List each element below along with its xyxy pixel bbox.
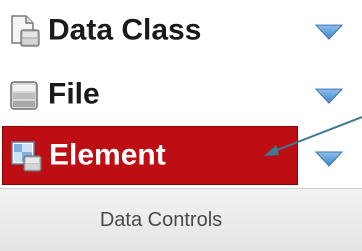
file-label: File bbox=[48, 77, 100, 111]
element-icon bbox=[9, 138, 45, 174]
chevron-down-icon[interactable] bbox=[314, 148, 344, 170]
chevron-down-icon[interactable] bbox=[314, 85, 344, 107]
group-label: Data Controls bbox=[99, 209, 223, 231]
chevron-down-icon[interactable] bbox=[314, 21, 344, 43]
data-class-button[interactable]: Data Class bbox=[0, 0, 362, 62]
file-button[interactable]: File bbox=[0, 64, 362, 126]
group-footer: Data Controls bbox=[0, 188, 362, 251]
data-controls-panel: Data Class File Element Data Controls bbox=[0, 0, 362, 251]
data-class-icon bbox=[6, 13, 42, 49]
data-class-label: Data Class bbox=[48, 13, 202, 47]
element-button[interactable]: Element bbox=[2, 126, 298, 185]
element-label: Element bbox=[49, 137, 166, 171]
file-database-icon bbox=[6, 77, 42, 113]
